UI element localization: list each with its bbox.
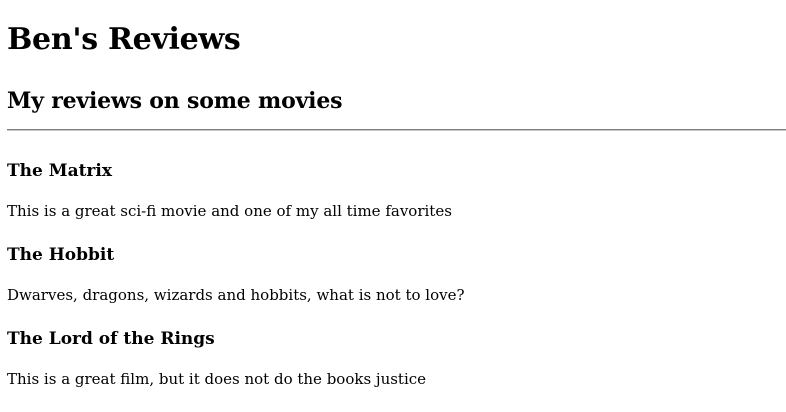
review-title: The Matrix bbox=[7, 161, 112, 181]
review-text: Dwarves, dragons, wizards and hobbits, w… bbox=[7, 286, 465, 304]
review-item: The Hobbit Dwarves, dragons, wizards and… bbox=[7, 245, 786, 304]
review-text: This is a great film, but it does not do… bbox=[7, 370, 427, 388]
page-title: Ben's Reviews bbox=[7, 22, 241, 57]
review-item: The Lord of the Rings This is a great fi… bbox=[7, 329, 786, 388]
review-title: The Hobbit bbox=[7, 245, 115, 265]
section-divider bbox=[7, 129, 786, 131]
review-text: This is a great sci-fi movie and one of … bbox=[7, 202, 452, 220]
review-title: The Lord of the Rings bbox=[7, 329, 215, 349]
page-subtitle: My reviews on some movies bbox=[7, 88, 343, 114]
review-item: The Matrix This is a great sci-fi movie … bbox=[7, 161, 786, 220]
